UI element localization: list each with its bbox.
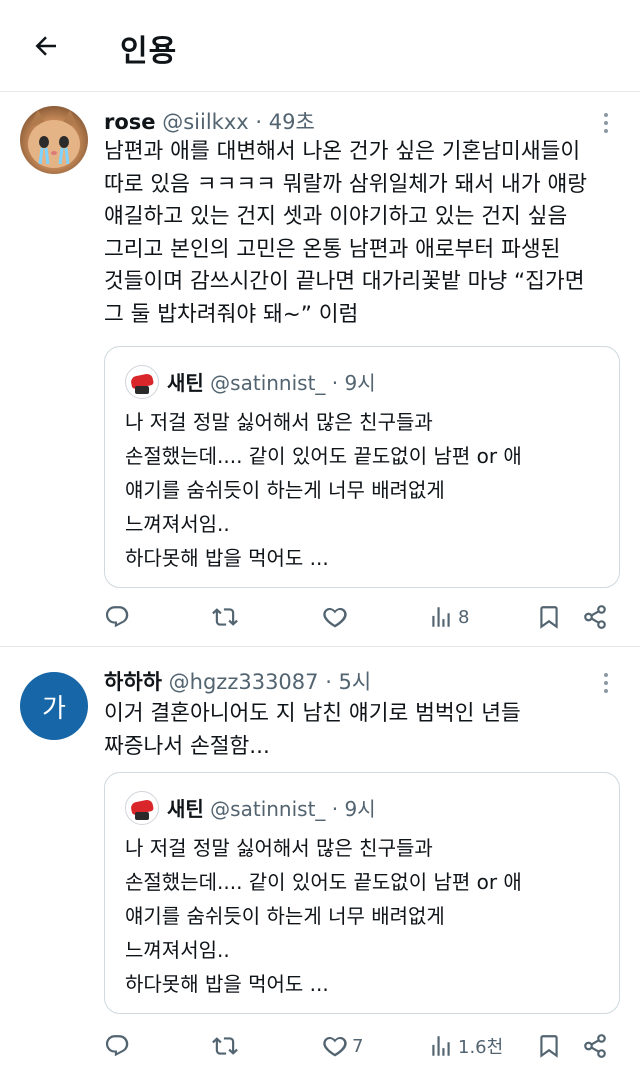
avatar-letter: 가 [42,693,66,724]
retweet-button[interactable] [212,1026,242,1066]
tweet[interactable]: rose @siilkxx · 49초 남편과 애를 대변해서 나온 건가 싶은… [0,92,640,647]
retweet-icon [212,608,238,626]
like-button[interactable] [322,597,352,637]
avatar[interactable]: 가 [20,672,88,740]
bookmark-button[interactable] [536,597,562,637]
views-icon [432,1036,450,1056]
display-name[interactable]: rose [104,110,156,134]
quoted-tweet[interactable]: 새틴 @satinnist_ · 9시 나 저걸 정말 싫어해서 많은 친구들과… [104,772,620,1014]
tweet-text: 이거 결혼아니어도 지 남친 얘기로 범벅인 년들 짜증나서 손절함... [104,701,521,759]
share-icon [584,1034,606,1058]
action-bar: 8 [104,597,620,637]
timestamp[interactable]: · 49초 [255,110,314,134]
reply-icon [105,1035,129,1057]
action-bar: 7 1.6천 [104,1026,620,1066]
heart-icon [323,607,347,628]
display-name[interactable]: 하하하 [104,670,162,694]
bookmark-icon [540,606,558,629]
tweet[interactable]: 가 하하하 @hgzz333087 · 5시 이거 결혼아니어도 지 남친 얘기… [0,648,640,1080]
reply-icon [105,606,129,628]
retweet-icon [212,1037,238,1055]
more-options-button[interactable] [596,668,616,698]
views-count: 8 [458,606,470,628]
avatar[interactable] [20,106,88,174]
tweet-author[interactable]: rose @siilkxx · 49초 [104,106,315,136]
views-icon [432,607,450,627]
more-options-button[interactable] [596,108,616,138]
timestamp[interactable]: · 5시 [325,670,371,694]
share-button[interactable] [582,1026,608,1066]
quote-avatar[interactable] [125,365,159,399]
user-handle[interactable]: @hgzz333087 [169,670,319,694]
like-button[interactable]: 7 [322,1026,363,1066]
quote-display-name: 새틴 [167,797,204,821]
more-vertical-icon [604,673,608,677]
quote-timestamp: · 9시 [331,797,376,821]
bookmark-icon [540,1035,558,1058]
more-vertical-icon [604,113,608,117]
quote-author: 새틴 @satinnist_ · 9시 [167,367,376,396]
like-count: 7 [352,1035,364,1057]
retweet-button[interactable] [212,597,242,637]
reply-button[interactable] [104,597,134,637]
tweet-text: 남편과 애를 대변해서 나온 건가 싶은 기혼남미새들이 따로 있음 ㅋㅋㅋㅋ … [104,139,588,327]
reply-button[interactable] [104,1026,134,1066]
arrow-left-icon [35,36,56,56]
share-icon [584,605,606,629]
cat-avatar-image [28,110,80,168]
back-button[interactable] [26,26,66,66]
share-button[interactable] [582,597,608,637]
quote-text: 나 저걸 정말 싫어해서 많은 친구들과 손절했는데.... 같이 있어도 끝도… [125,410,522,570]
quoted-tweet[interactable]: 새틴 @satinnist_ · 9시 나 저걸 정말 싫어해서 많은 친구들과… [104,346,620,588]
views-button[interactable]: 8 [428,597,469,637]
quote-display-name: 새틴 [167,371,204,395]
top-bar: 인용 [0,0,640,92]
quote-user-handle: @satinnist_ [210,371,326,395]
views-count: 1.6천 [458,1037,504,1058]
quote-user-handle: @satinnist_ [210,797,326,821]
views-button[interactable]: 1.6천 [428,1026,503,1066]
user-handle[interactable]: @siilkxx [162,110,248,134]
quote-text: 나 저걸 정말 싫어해서 많은 친구들과 손절했는데.... 같이 있어도 끝도… [125,836,522,996]
quote-author: 새틴 @satinnist_ · 9시 [167,793,376,822]
bookmark-button[interactable] [536,1026,562,1066]
quote-timestamp: · 9시 [331,371,376,395]
heart-icon [323,1036,347,1057]
page-title: 인용 [120,34,178,69]
quote-avatar[interactable] [125,791,159,825]
tweet-author[interactable]: 하하하 @hgzz333087 · 5시 [104,666,371,696]
